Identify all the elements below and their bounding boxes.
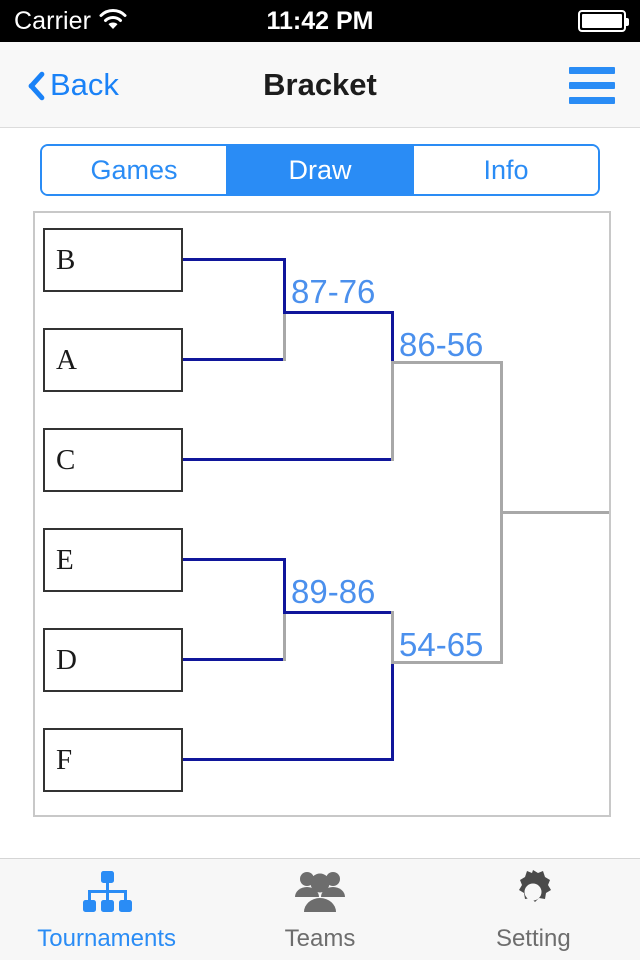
navigation-bar: Back Bracket (0, 42, 640, 128)
tab-games[interactable]: Games (42, 146, 228, 194)
segmented-control: Games Draw Info (40, 144, 600, 196)
battery-full-icon (578, 10, 629, 32)
bracket-line-pending (391, 611, 394, 664)
org-chart-icon (80, 866, 134, 918)
gear-icon (509, 866, 557, 918)
bracket-diagram: B A C E D F 87-76 86-56 89-86 54-65 (35, 213, 609, 815)
bracket-line-pending (283, 313, 286, 361)
bracket-line (183, 258, 286, 261)
bracket-container: B A C E D F 87-76 86-56 89-86 54-65 (33, 211, 611, 817)
bracket-team-box[interactable]: B (43, 228, 183, 292)
tab-bar-label: Setting (495, 925, 571, 952)
tab-info[interactable]: Info (414, 146, 598, 194)
match-score[interactable]: 54-65 (399, 626, 483, 664)
status-bar-right (578, 0, 629, 42)
people-icon (293, 866, 347, 918)
tab-bar-item-tournaments[interactable]: Tournaments (0, 859, 213, 960)
tab-bar-label: Tournaments (37, 925, 177, 952)
bracket-line (183, 758, 394, 761)
bracket-line (283, 258, 286, 313)
tab-bar: Tournaments Teams Setting (0, 858, 640, 960)
bracket-line (283, 311, 394, 314)
bracket-line-pending (283, 613, 286, 661)
bracket-team-box[interactable]: E (43, 528, 183, 592)
bracket-line (391, 311, 394, 364)
bracket-team-box[interactable]: C (43, 428, 183, 492)
bracket-line (183, 458, 394, 461)
bracket-team-box[interactable]: D (43, 628, 183, 692)
bracket-line (391, 664, 394, 761)
status-bar: Carrier 11:42 PM (0, 0, 640, 42)
bracket-team-box[interactable]: F (43, 728, 183, 792)
match-score[interactable]: 86-56 (399, 326, 483, 364)
bracket-line (283, 611, 394, 614)
tab-bar-item-setting[interactable]: Setting (427, 859, 640, 960)
tab-bar-item-teams[interactable]: Teams (213, 859, 426, 960)
bracket-team-box[interactable]: A (43, 328, 183, 392)
match-score[interactable]: 87-76 (291, 273, 375, 311)
tab-bar-label: Teams (284, 925, 356, 952)
tab-draw[interactable]: Draw (228, 146, 414, 194)
bracket-line-pending (391, 364, 394, 461)
match-score[interactable]: 89-86 (291, 573, 375, 611)
bracket-line (183, 658, 286, 661)
page-title: Bracket (263, 67, 377, 102)
bracket-line (183, 358, 286, 361)
hamburger-menu-icon[interactable] (562, 42, 622, 128)
bracket-line (183, 558, 286, 561)
bracket-line (283, 558, 286, 613)
bracket-line-pending (500, 511, 609, 514)
status-bar-time: 11:42 PM (266, 6, 374, 35)
